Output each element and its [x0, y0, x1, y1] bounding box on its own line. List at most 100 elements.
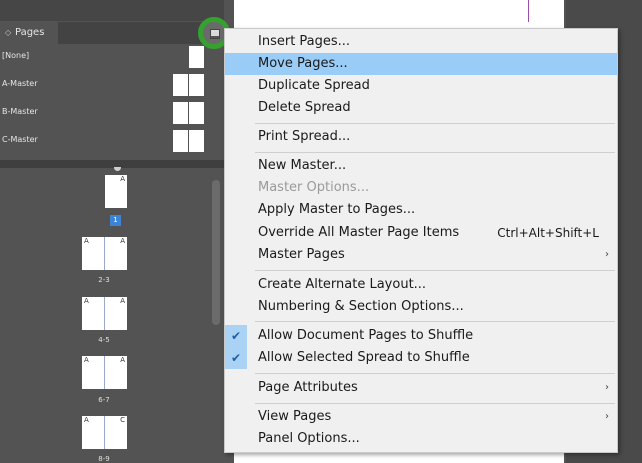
master-a[interactable]: A-Master [0, 74, 224, 98]
page-number-selected[interactable]: 1 [110, 215, 121, 226]
panel-menu-icon [210, 29, 220, 39]
master-thumb-right[interactable] [189, 74, 204, 96]
checkmark-icon: ✔ [225, 347, 247, 369]
menu-item-label: Page Attributes [258, 380, 358, 395]
page-number[interactable]: 4-5 [84, 336, 124, 344]
spread-spine [104, 356, 105, 389]
menu-separator [255, 321, 615, 322]
pages-panel-menu: Insert Pages... Move Pages... Duplicate … [224, 28, 618, 453]
submenu-arrow-icon: › [605, 382, 609, 393]
page-thumb-9[interactable]: C [105, 416, 127, 449]
menu-item-label: Delete Spread [258, 100, 351, 115]
menu-item-label: Print Spread... [258, 129, 351, 144]
collapse-arrow-icon[interactable]: ◇ [5, 22, 11, 44]
master-letter: A [84, 297, 89, 305]
menu-item-label: Panel Options... [258, 431, 360, 446]
menu-item-label: Create Alternate Layout... [258, 277, 427, 292]
master-thumb-right[interactable] [189, 130, 204, 152]
spread-spine [104, 237, 105, 270]
menu-item-label: Insert Pages... [258, 34, 351, 49]
master-letter: A [84, 416, 89, 424]
page-thumb-5[interactable]: A [105, 297, 127, 330]
master-c[interactable]: C-Master [0, 130, 224, 154]
menu-separator [255, 270, 615, 271]
master-label: C-Master [2, 135, 38, 144]
menu-item-delete-spread[interactable]: Delete Spread [225, 97, 617, 119]
master-letter: A [84, 356, 89, 364]
menu-item-label: Allow Selected Spread to Shuffle [258, 350, 470, 365]
master-thumb-left[interactable] [173, 102, 188, 124]
tab-pages[interactable]: ◇ Pages [0, 22, 58, 44]
page-thumb-8[interactable]: A [82, 416, 104, 449]
scroll-indicator [114, 167, 121, 171]
menu-item-apply-master[interactable]: Apply Master to Pages... [225, 199, 617, 221]
page-number[interactable]: 2-3 [84, 276, 124, 284]
menu-item-label: View Pages [258, 409, 332, 424]
master-thumb[interactable] [189, 46, 204, 68]
pages-panel: ◇ Pages [None] A-Master B-Master C-Maste… [0, 0, 224, 463]
master-letter: A [120, 237, 125, 245]
master-label: [None] [2, 51, 30, 60]
menu-separator [255, 152, 615, 153]
margin-guide [528, 0, 529, 22]
master-label: B-Master [2, 107, 38, 116]
submenu-arrow-icon: › [605, 249, 609, 260]
master-letter: A [120, 356, 125, 364]
menu-item-duplicate-spread[interactable]: Duplicate Spread [225, 75, 617, 97]
menu-item-numbering-section[interactable]: Numbering & Section Options... [225, 296, 617, 318]
menu-item-master-options: Master Options... [225, 177, 617, 199]
menu-item-create-alternate-layout[interactable]: Create Alternate Layout... [225, 274, 617, 296]
menu-item-page-attributes[interactable]: Page Attributes › [225, 377, 617, 399]
page-number[interactable]: 6-7 [84, 396, 124, 404]
spread-spine [104, 416, 105, 449]
menu-item-print-spread[interactable]: Print Spread... [225, 126, 617, 148]
master-label: A-Master [2, 79, 38, 88]
page-number[interactable]: 8-9 [84, 455, 124, 463]
menu-item-allow-document-shuffle[interactable]: ✔ Allow Document Pages to Shuffle [225, 325, 617, 347]
menu-item-label: Numbering & Section Options... [258, 299, 464, 314]
master-letter: A [120, 297, 125, 305]
menu-item-view-pages[interactable]: View Pages › [225, 406, 617, 428]
page-thumb-2[interactable]: A [82, 237, 104, 270]
page-thumb-1[interactable]: A [105, 175, 127, 208]
menu-item-panel-options[interactable]: Panel Options... [225, 428, 617, 450]
menu-item-master-pages[interactable]: Master Pages › [225, 244, 617, 266]
master-thumb-right[interactable] [189, 102, 204, 124]
page-thumb-3[interactable]: A [105, 237, 127, 270]
menu-item-new-master[interactable]: New Master... [225, 155, 617, 177]
master-b[interactable]: B-Master [0, 102, 224, 126]
menu-item-label: Duplicate Spread [258, 78, 370, 93]
menu-separator [255, 123, 615, 124]
menu-item-label: Master Options... [258, 180, 370, 195]
submenu-arrow-icon: › [605, 411, 609, 422]
spread-spine [104, 297, 105, 330]
menu-separator [255, 373, 615, 374]
checkmark-icon: ✔ [225, 325, 247, 347]
menu-item-label: Move Pages... [258, 56, 348, 71]
menu-item-override-master-items[interactable]: Override All Master Page Items Ctrl+Alt+… [225, 222, 617, 244]
menu-item-label: New Master... [258, 158, 347, 173]
tab-label: Pages [15, 27, 45, 38]
menu-item-label: Master Pages [258, 247, 345, 262]
master-none[interactable]: [None] [0, 46, 224, 70]
page-thumb-6[interactable]: A [82, 356, 104, 389]
master-thumb-left[interactable] [173, 74, 188, 96]
menu-item-label: Allow Document Pages to Shuffle [258, 328, 474, 343]
menu-item-label: Override All Master Page Items [258, 225, 460, 240]
master-thumb-left[interactable] [173, 130, 188, 152]
page-thumb-4[interactable]: A [82, 297, 104, 330]
menu-item-shortcut: Ctrl+Alt+Shift+L [497, 226, 599, 240]
master-letter: C [120, 416, 125, 424]
menu-item-allow-spread-shuffle[interactable]: ✔ Allow Selected Spread to Shuffle [225, 347, 617, 369]
page-thumb-7[interactable]: A [105, 356, 127, 389]
masters-section: [None] A-Master B-Master C-Master [0, 46, 224, 158]
menu-item-insert-pages[interactable]: Insert Pages... [225, 31, 617, 53]
master-letter: A [120, 175, 125, 183]
menu-item-move-pages[interactable]: Move Pages... [225, 53, 617, 75]
master-letter: A [84, 237, 89, 245]
panel-dock-strip [0, 0, 224, 21]
pages-scrollbar[interactable] [212, 180, 220, 325]
menu-item-label: Apply Master to Pages... [258, 202, 416, 217]
panel-divider[interactable] [0, 160, 224, 168]
menu-separator [255, 403, 615, 404]
